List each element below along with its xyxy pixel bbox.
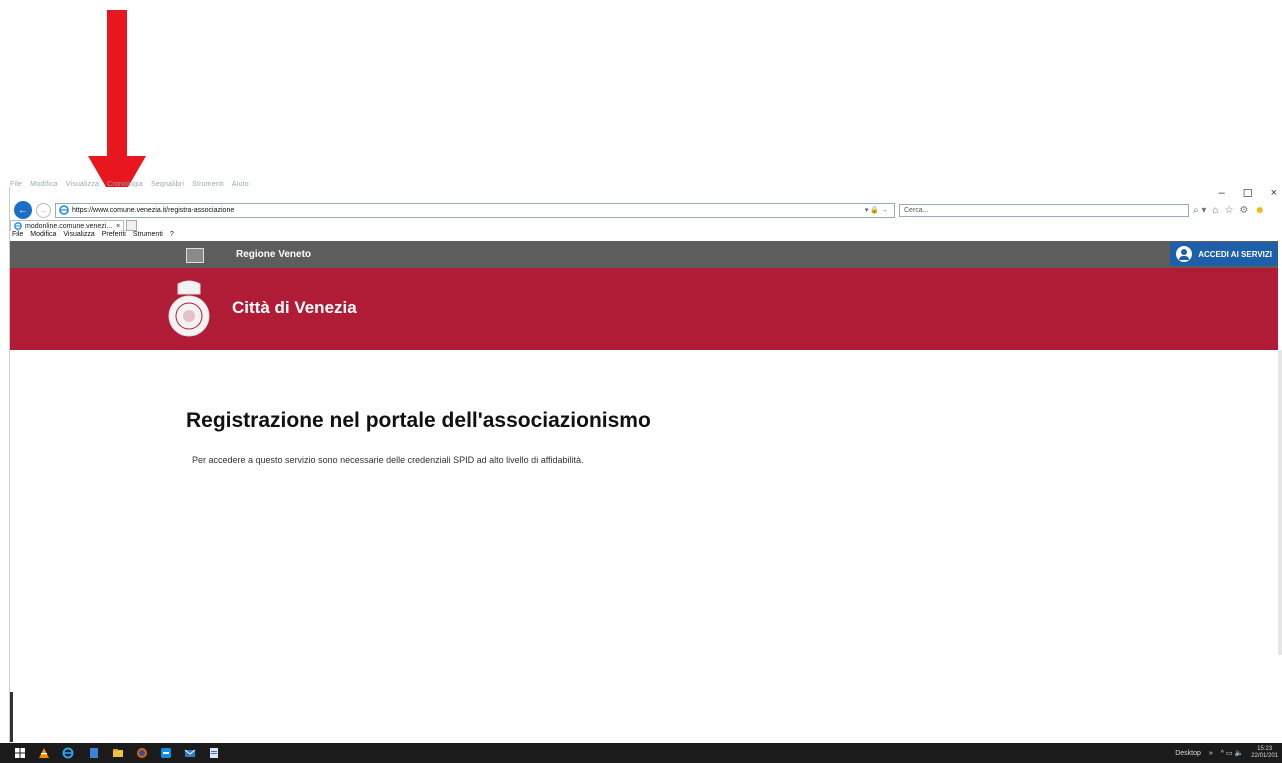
venezia-crest-logo[interactable] [166, 280, 212, 338]
menu-file[interactable]: File [12, 231, 23, 241]
star-icon[interactable]: ☆ [1224, 205, 1233, 216]
clock-time: 15:23 [1257, 746, 1273, 752]
menu-help[interactable]: ? [170, 231, 174, 241]
annotation-arrow [88, 10, 146, 206]
new-tab-button[interactable] [126, 220, 138, 231]
system-tray: Desktop » ^ ▭ 🔈 15:23 22/01/201 [1175, 746, 1278, 760]
teamviewer-icon[interactable] [160, 747, 172, 759]
maximize-button[interactable]: ☐ [1243, 187, 1253, 201]
address-bar[interactable]: https://www.comune.venezia.it/registra-a… [55, 202, 895, 218]
forward-button[interactable]: → [36, 202, 51, 218]
menu-bar: File Modifica Visualizza Preferiti Strum… [10, 231, 174, 241]
url-text: https://www.comune.venezia.it/registra-a… [72, 206, 235, 214]
city-header: Città di Venezia [10, 268, 1278, 350]
internet-explorer-icon [59, 205, 69, 215]
city-name[interactable]: Città di Venezia [232, 298, 357, 318]
tray-icons[interactable]: ^ ▭ 🔈 [1221, 749, 1244, 757]
lock-refresh-icons[interactable]: ▾ 🔒 → [865, 206, 888, 214]
menu-visualizza[interactable]: Visualizza [63, 231, 94, 241]
search-icon[interactable]: ⌕ ▾ [1193, 205, 1206, 216]
page-description: Per accedere a questo servizio sono nece… [192, 455, 584, 465]
vertical-scrollbar[interactable] [1278, 350, 1282, 655]
smiley-icon[interactable]: ☻ [1254, 205, 1265, 216]
login-button[interactable]: ACCEDI AI SERVIZI [1170, 242, 1278, 266]
tab-title: modonline.comune.venezi... [25, 222, 113, 230]
menu-modifica[interactable]: Modifica [30, 231, 56, 241]
login-button-label: ACCEDI AI SERVIZI [1198, 249, 1272, 259]
clock[interactable]: 15:23 22/01/201 [1251, 746, 1278, 760]
regione-veneto-logo [186, 248, 204, 263]
internet-explorer-icon [14, 222, 22, 230]
windows-start-icon[interactable] [14, 747, 26, 759]
menu-preferiti[interactable]: Preferiti [102, 231, 126, 241]
toolbar-icons: ⌕ ▾ ⌂ ☆ ⚙ ☻ [1193, 205, 1265, 216]
toolbar-chevron-icon[interactable]: » [1209, 750, 1213, 757]
user-icon [1176, 246, 1193, 262]
tab-active[interactable]: modonline.comune.venezi... × [10, 220, 125, 231]
internet-explorer-icon[interactable] [62, 747, 74, 759]
tab-strip: modonline.comune.venezi... × [10, 220, 138, 231]
address-bar-row: ← → https://www.comune.venezia.it/regist… [10, 201, 1282, 219]
window-edge [10, 692, 13, 742]
window-controls: – ☐ × [1219, 187, 1277, 201]
file-icon[interactable] [88, 747, 100, 759]
vlc-icon[interactable] [38, 747, 50, 759]
minimize-button[interactable]: – [1219, 187, 1225, 201]
close-button[interactable]: × [1271, 187, 1277, 201]
back-button[interactable]: ← [14, 201, 32, 219]
search-input[interactable]: Cerca... [899, 203, 1189, 217]
desktop-toolbar-label[interactable]: Desktop [1175, 750, 1201, 757]
region-link[interactable]: Regione Veneto [236, 249, 311, 260]
region-topbar: Regione Veneto ACCEDI AI SERVIZI [10, 241, 1278, 268]
home-icon[interactable]: ⌂ [1212, 205, 1218, 216]
clock-date: 22/01/201 [1251, 753, 1278, 759]
menu-strumenti[interactable]: Strumenti [133, 231, 163, 241]
gear-icon[interactable]: ⚙ [1239, 205, 1248, 216]
document-icon[interactable] [208, 747, 220, 759]
page-title: Registrazione nel portale dell'associazi… [186, 409, 651, 432]
taskbar: Desktop » ^ ▭ 🔈 15:23 22/01/201 [0, 743, 1282, 763]
tab-close-button[interactable]: × [116, 223, 120, 230]
mail-icon[interactable] [184, 747, 196, 759]
firefox-icon[interactable] [136, 747, 148, 759]
browser-window: – ☐ × ← → https://www.comune.venezia.it/… [9, 187, 1282, 743]
file-explorer-icon[interactable] [112, 747, 124, 759]
